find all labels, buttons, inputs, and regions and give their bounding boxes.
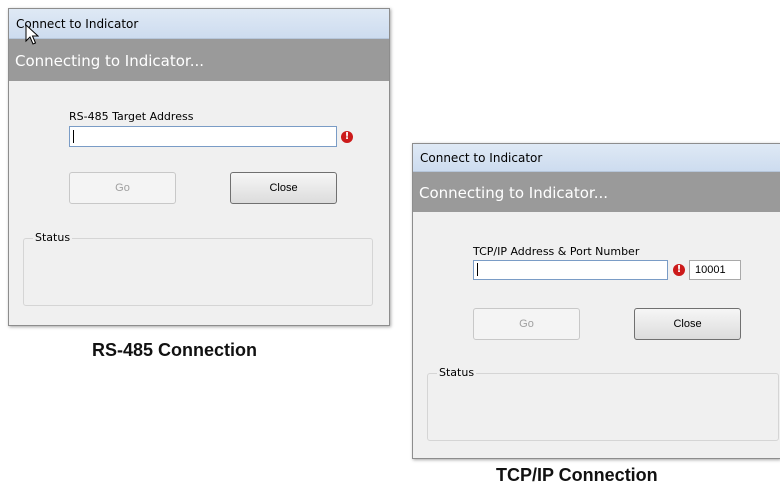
- mouse-pointer-icon: [25, 24, 39, 45]
- close-button[interactable]: Close: [230, 172, 337, 204]
- port-number-input[interactable]: 10001: [689, 260, 741, 280]
- error-icon: !: [673, 264, 685, 276]
- window-title: Connect to Indicator: [9, 9, 389, 39]
- window-title: Connect to Indicator: [413, 144, 780, 172]
- go-button[interactable]: Go: [69, 172, 176, 204]
- status-label: Status: [33, 231, 73, 244]
- rs485-caption: RS-485 Connection: [92, 340, 258, 360]
- text-caret: [477, 263, 478, 276]
- tcpip-dialog: Connect to Indicator Connecting to Indic…: [412, 143, 780, 459]
- go-button[interactable]: Go: [473, 308, 580, 340]
- rs485-dialog: Connect to Indicator Connecting to Indic…: [8, 8, 390, 326]
- status-label: Status: [437, 366, 477, 379]
- target-address-input[interactable]: [69, 126, 337, 147]
- status-group: [23, 238, 373, 306]
- text-caret: [73, 130, 74, 143]
- status-group: [427, 373, 779, 441]
- close-button[interactable]: Close: [634, 308, 741, 340]
- connecting-banner: Connecting to Indicator...: [9, 39, 389, 81]
- ip-address-port-label: TCP/IP Address & Port Number: [473, 245, 640, 258]
- ip-address-input[interactable]: [473, 260, 668, 280]
- error-icon: !: [341, 131, 353, 143]
- tcpip-caption: TCP/IP Connection: [496, 465, 658, 485]
- target-address-label: RS-485 Target Address: [69, 110, 194, 123]
- connecting-banner: Connecting to Indicator...: [413, 172, 780, 212]
